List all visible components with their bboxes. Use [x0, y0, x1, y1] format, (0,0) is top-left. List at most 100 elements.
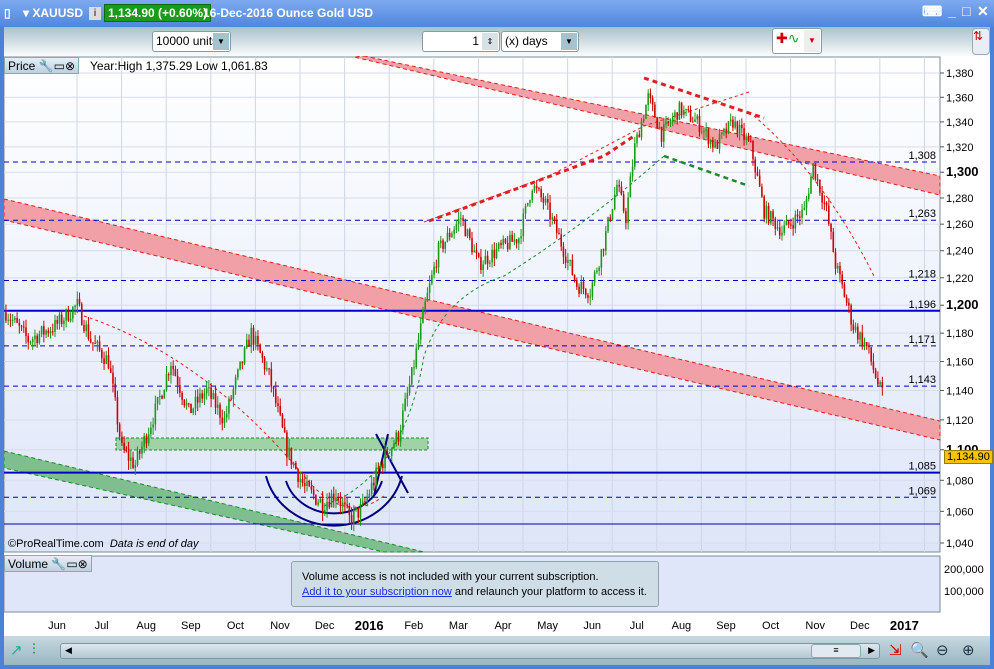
candle	[364, 501, 366, 503]
candle	[324, 510, 326, 513]
candle	[341, 502, 344, 507]
candle	[687, 108, 690, 111]
candle	[538, 188, 540, 190]
candle	[569, 259, 571, 261]
y-tick-label: 1,160	[946, 357, 974, 369]
candle	[212, 393, 215, 399]
candle	[348, 505, 351, 516]
chart-type-icon[interactable]: ↗	[10, 641, 23, 659]
candle	[310, 486, 313, 490]
candlestick-icon[interactable]: ▯	[4, 6, 11, 20]
candle	[361, 501, 364, 505]
candle	[698, 115, 701, 132]
candle	[67, 309, 70, 321]
y-tick-label: 1,120	[946, 415, 974, 427]
candle	[34, 335, 36, 340]
volume-axis-label: 200,000	[944, 564, 984, 576]
candle	[662, 124, 665, 142]
candle	[477, 253, 480, 257]
zoom-out-icon[interactable]: ⊖	[936, 641, 949, 659]
window-icon[interactable]: ▭	[66, 557, 77, 571]
candle	[49, 331, 52, 334]
symbol-dropdown[interactable]: ▾ XAUUSD	[23, 6, 83, 20]
candle	[801, 209, 803, 218]
scroll-left-icon[interactable]: ◀	[65, 645, 72, 656]
candle	[301, 478, 304, 483]
candle	[141, 446, 143, 454]
chart-footer: ©ProRealTime.com Data is end of day	[8, 538, 199, 550]
candle	[502, 238, 505, 245]
candle	[542, 197, 545, 203]
candle	[453, 229, 455, 234]
zoom-fit-icon[interactable]: 🔍	[910, 641, 929, 659]
close-button[interactable]: ✕	[977, 3, 989, 20]
candle	[105, 355, 108, 364]
copyright: ©ProRealTime.com	[8, 538, 104, 550]
zoom-in-icon[interactable]: ⊕	[962, 641, 975, 659]
close-panel-icon[interactable]: ⊗	[65, 59, 75, 73]
candle	[143, 436, 145, 447]
add-indicator-button[interactable]: ✚∿ ▼	[772, 28, 822, 54]
autoscale-icon[interactable]: ⇲	[889, 641, 902, 659]
stepper-arrows-icon[interactable]: ⇕	[482, 33, 498, 50]
info-icon[interactable]: i	[89, 7, 101, 20]
y-tick-label: 1,300	[946, 164, 979, 179]
candle	[729, 119, 732, 122]
y-tick-label: 1,240	[946, 246, 974, 258]
candle	[691, 121, 694, 123]
maximize-button[interactable]: □	[962, 3, 970, 19]
y-tick-label: 1,320	[946, 142, 974, 154]
candle	[770, 211, 772, 224]
candle	[303, 482, 306, 486]
close-panel-icon[interactable]: ⊗	[78, 557, 88, 571]
candle	[683, 110, 685, 116]
horizontal-scrollbar[interactable]: ≡ ▶ ◀	[60, 643, 880, 659]
level-label: 1,263	[908, 208, 936, 220]
candle	[89, 338, 92, 343]
bottom-toolbar: ↗ ⫶ ≡ ▶ ◀ ⇲ 🔍 ⊖ ⊕	[4, 636, 990, 665]
candle	[439, 240, 442, 244]
bar-style-icon[interactable]: ⫶	[32, 641, 36, 658]
candle	[199, 393, 201, 403]
candle	[370, 482, 373, 495]
candle	[232, 388, 235, 399]
candle	[29, 341, 32, 343]
y-tick-label: 1,260	[946, 219, 974, 231]
window-icon[interactable]: ▭	[54, 59, 65, 73]
candle	[431, 274, 433, 284]
candle	[74, 305, 76, 308]
trade-panel-toggle-icon[interactable]: ⇅	[972, 28, 990, 55]
chart-toolbar: 10000 units ▼ 1 ⇕ (x) days ▼ ✚∿ ▼ ⇅	[4, 27, 990, 56]
candle	[272, 386, 275, 389]
candle	[192, 408, 195, 413]
candle	[147, 434, 150, 444]
candle	[511, 234, 513, 242]
wrench-icon[interactable]: 🔧	[39, 59, 54, 73]
keyboard-icon[interactable]: ⌨	[922, 3, 942, 20]
candle	[868, 346, 870, 348]
volume-axis-label: 100,000	[944, 586, 984, 598]
add-subscription-link[interactable]: Add it to your subscription now	[302, 586, 452, 598]
candle	[810, 176, 812, 194]
candle	[629, 176, 632, 198]
period-unit-select[interactable]: (x) days ▼	[501, 31, 579, 52]
candle	[130, 457, 132, 461]
wrench-icon[interactable]: 🔧	[51, 557, 66, 571]
candle	[138, 450, 141, 454]
scroll-right-icon[interactable]: ▶	[868, 645, 875, 656]
candle	[754, 159, 757, 173]
candle	[366, 496, 368, 502]
candle	[642, 118, 645, 122]
x-axis-label: Feb	[404, 620, 424, 632]
period-stepper[interactable]: 1 ⇕	[422, 31, 500, 52]
scrollbar-thumb[interactable]: ≡	[811, 644, 861, 658]
candle	[413, 367, 415, 369]
candle	[491, 249, 493, 263]
units-select[interactable]: 10000 units ▼	[152, 31, 231, 52]
candle	[627, 197, 629, 224]
candle	[576, 280, 578, 287]
candle	[526, 202, 529, 206]
candle	[335, 497, 337, 501]
minimize-button[interactable]: _	[948, 3, 956, 19]
candle	[578, 286, 580, 294]
